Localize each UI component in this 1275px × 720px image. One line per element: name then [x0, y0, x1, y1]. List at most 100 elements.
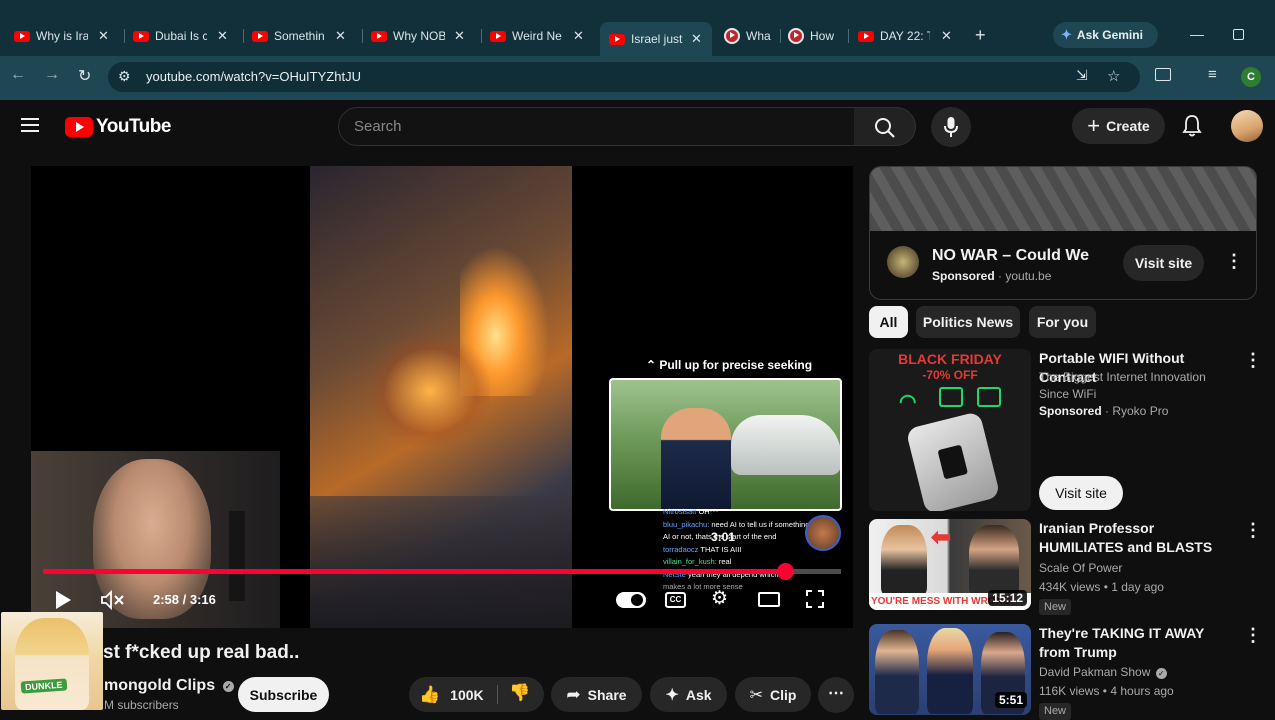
- recommendation-title[interactable]: They're TAKING IT AWAY from Trump: [1039, 624, 1233, 662]
- browser-tab[interactable]: Somethin ✕: [252, 22, 360, 50]
- ad-sponsored-label: Sponsored: [932, 269, 995, 283]
- thumbs-down-icon[interactable]: 👎: [509, 683, 530, 703]
- close-tab-icon[interactable]: ✕: [454, 28, 465, 44]
- muted-volume-icon[interactable]: [101, 590, 125, 610]
- menu-hamburger-icon[interactable]: [21, 118, 39, 132]
- video-duration: 15:12: [988, 590, 1027, 606]
- thumb-person: [927, 628, 973, 714]
- account-avatar[interactable]: [1231, 110, 1263, 142]
- device-screen: [937, 444, 969, 480]
- overlay-thumbnail: DUNKLE: [1, 612, 103, 710]
- ask-gemini-button[interactable]: ✦ Ask Gemini: [1053, 22, 1158, 48]
- tab-title: Dubai Is c: [155, 29, 207, 43]
- new-badge: New: [1039, 703, 1072, 720]
- seek-preview-thumbnail: [609, 378, 842, 511]
- ask-button[interactable]: ✦ Ask: [650, 677, 727, 712]
- search-button[interactable]: [854, 107, 916, 146]
- theater-mode-icon[interactable]: [758, 592, 780, 607]
- recommendation-channel: Sponsored · Ryoko Pro: [1039, 404, 1169, 418]
- visit-site-button[interactable]: Visit site: [1039, 476, 1123, 510]
- browser-tab[interactable]: Why is Ira ✕: [14, 22, 122, 50]
- play-icon[interactable]: [54, 590, 72, 610]
- back-arrow-icon[interactable]: ←: [10, 66, 26, 84]
- restore-window-icon[interactable]: [1233, 29, 1244, 40]
- tab-title: Somethin: [274, 29, 325, 43]
- more-actions-icon[interactable]: ⋯: [818, 677, 854, 713]
- recommendation-thumbnail[interactable]: 5:51: [869, 624, 1031, 715]
- create-button[interactable]: + Create: [1072, 108, 1165, 144]
- chat-avatar: [805, 515, 841, 551]
- new-tab-button[interactable]: +: [975, 25, 986, 46]
- youtube-favicon-icon: [14, 30, 30, 42]
- browser-tab-active[interactable]: Israel just ✕: [600, 22, 712, 56]
- browser-tab[interactable]: Wha: [724, 22, 780, 50]
- video-title: st f*cked up real bad..: [103, 642, 300, 663]
- url-omnibox[interactable]: ⚙ youtube.com/watch?v=OHuITYZhtJU ⇲ ☆: [108, 62, 1140, 92]
- recommendation-thumbnail[interactable]: ⬅ YOU'RE MESS WITH WRONG 15:12: [869, 519, 1031, 610]
- sponsored-ad-card[interactable]: NO WAR – Could We Sponsored · youtu.be V…: [869, 166, 1257, 300]
- notifications-bell-icon[interactable]: [1181, 114, 1203, 138]
- ad-title[interactable]: NO WAR – Could We: [932, 247, 1089, 265]
- more-options-icon[interactable]: ⋮: [1244, 625, 1262, 646]
- close-tab-icon[interactable]: ✕: [691, 31, 702, 47]
- bookmark-star-icon[interactable]: ☆: [1107, 67, 1120, 85]
- browser-tab[interactable]: How: [788, 22, 844, 50]
- browser-tab-bar: Why is Ira ✕ Dubai Is c ✕ Somethin ✕ Why…: [0, 0, 1275, 56]
- minimize-window-icon[interactable]: —: [1190, 26, 1204, 42]
- tab-search-icon[interactable]: [1155, 68, 1171, 81]
- captions-icon[interactable]: CC: [665, 592, 686, 608]
- video-player[interactable]: ⌃ Pull up for precise seeking 3:01 Nitro…: [31, 166, 853, 628]
- progress-scrubber[interactable]: [777, 563, 795, 580]
- youtube-logo-text: YouTube: [96, 116, 171, 137]
- close-tab-icon[interactable]: ✕: [335, 28, 346, 44]
- channel-name[interactable]: mongold Clips ✓: [104, 677, 234, 695]
- ask-gemini-label: Ask Gemini: [1076, 28, 1143, 42]
- chip-politics-news[interactable]: Politics News: [916, 306, 1020, 338]
- more-options-icon[interactable]: ⋮: [1244, 520, 1262, 541]
- autoplay-toggle[interactable]: [616, 592, 646, 608]
- channel-name-text[interactable]: David Pakman Show: [1039, 665, 1150, 679]
- profile-avatar[interactable]: C: [1241, 67, 1261, 87]
- reload-icon[interactable]: ↻: [78, 66, 91, 86]
- site-info-icon[interactable]: ⚙: [118, 68, 131, 85]
- url-text[interactable]: youtube.com/watch?v=OHuITYZhtJU: [146, 69, 361, 84]
- close-tab-icon[interactable]: ✕: [98, 28, 109, 44]
- fullscreen-icon[interactable]: [805, 589, 825, 609]
- recommendation-title[interactable]: Iranian Professor HUMILIATES and BLASTS …: [1039, 519, 1233, 557]
- chip-for-you[interactable]: For you: [1029, 306, 1096, 338]
- close-tab-icon[interactable]: ✕: [217, 28, 228, 44]
- recommendation-channel[interactable]: David Pakman Show ✓: [1039, 664, 1167, 681]
- browser-tab[interactable]: Weird Ne ✕: [490, 22, 598, 50]
- share-button[interactable]: ➦ Share: [551, 677, 642, 712]
- install-app-icon[interactable]: ⇲: [1076, 67, 1088, 84]
- thumb-person: [969, 525, 1019, 595]
- ad-more-options-icon[interactable]: ⋮: [1225, 251, 1243, 272]
- recommendation-channel[interactable]: Scale Of Power: [1039, 560, 1122, 577]
- wifi-icon: ◠: [899, 391, 917, 413]
- forward-arrow-icon[interactable]: →: [44, 66, 60, 84]
- voice-search-button[interactable]: [931, 107, 971, 147]
- street-ground: [310, 496, 572, 628]
- browser-tab[interactable]: Dubai Is c ✕: [133, 22, 241, 50]
- settings-gear-icon[interactable]: ⚙: [711, 587, 728, 610]
- close-tab-icon[interactable]: ✕: [573, 28, 584, 44]
- scissors-icon: ✂: [749, 686, 763, 704]
- chip-all[interactable]: All: [869, 306, 908, 338]
- browser-tab[interactable]: DAY 22: T ✕: [858, 22, 962, 50]
- youtube-favicon-icon: [609, 33, 625, 45]
- channel-name-text[interactable]: mongold Clips: [104, 677, 215, 694]
- like-button[interactable]: 👍 100K: [409, 677, 497, 712]
- browser-tab[interactable]: Why NOB ✕: [371, 22, 479, 50]
- youtube-logo[interactable]: YouTube: [65, 116, 171, 138]
- recommendation-meta: The Biggest Internet Innovation Since Wi…: [1039, 370, 1206, 401]
- subscribe-button[interactable]: Subscribe: [238, 677, 329, 712]
- progress-track[interactable]: [43, 569, 841, 574]
- clip-button[interactable]: ✂ Clip: [735, 677, 811, 712]
- media-controls-icon[interactable]: ≡: [1208, 66, 1217, 83]
- more-options-icon[interactable]: ⋮: [1244, 350, 1262, 371]
- thumb-text: BLACK FRIDAY: [898, 351, 1002, 367]
- search-input[interactable]: Search: [338, 107, 855, 146]
- ad-visit-site-button[interactable]: Visit site: [1123, 245, 1204, 281]
- recommendation-thumbnail[interactable]: BLACK FRIDAY -70% OFF ◠: [869, 349, 1031, 511]
- close-tab-icon[interactable]: ✕: [941, 28, 952, 44]
